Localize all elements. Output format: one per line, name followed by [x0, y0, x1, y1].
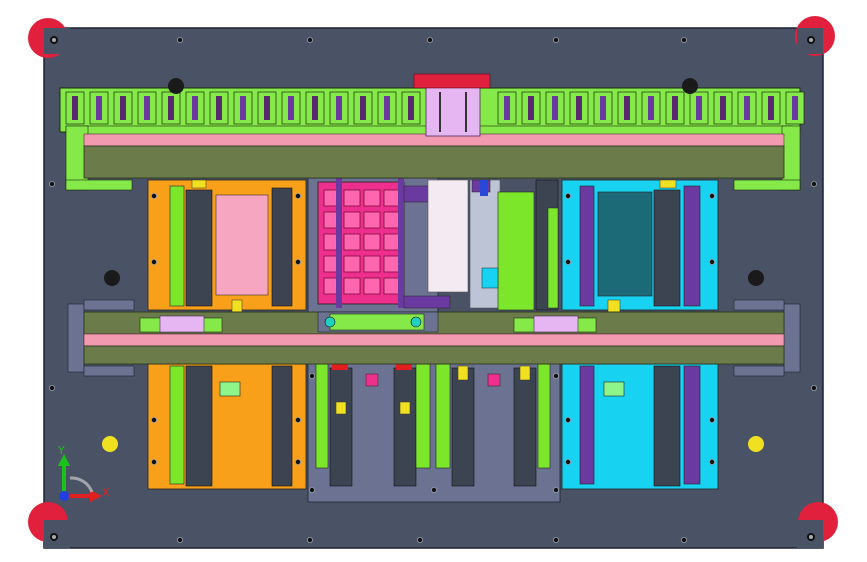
chain-link-slot: [384, 96, 390, 120]
z-axis-marker: [59, 491, 69, 501]
chain-link-slot: [696, 96, 702, 120]
center-lower-module: [307, 359, 561, 503]
chain-link-slot: [648, 96, 654, 120]
chain-link-slot: [312, 96, 318, 120]
chain-link-slot: [576, 96, 582, 120]
chain-link-slot: [336, 96, 342, 120]
chain-link-slot: [72, 96, 78, 120]
chain-link-slot: [264, 96, 270, 120]
bolt-hole: [49, 180, 56, 187]
bolt-hole: [709, 192, 716, 199]
y-axis-label: Y: [57, 444, 65, 457]
bolt-hole: [811, 384, 818, 391]
chain-link-slot: [720, 96, 726, 120]
bolt-hole: [176, 37, 183, 44]
bolt-hole: [681, 37, 688, 44]
chain-link-slot: [288, 96, 294, 120]
chain-link-slot: [360, 96, 366, 120]
chain-link-slot: [408, 96, 414, 120]
chain-link-slot: [504, 96, 510, 120]
chain-link-slot: [216, 96, 222, 120]
bolt-hole: [416, 537, 423, 544]
bolt-hole: [553, 372, 560, 379]
bolt-hole: [294, 416, 301, 423]
cad-viewport[interactable]: Y X: [0, 0, 867, 562]
bolt-hole: [565, 458, 572, 465]
chain-link-slot: [624, 96, 630, 120]
bolt-hole: [426, 37, 433, 44]
bolt-hole: [150, 192, 157, 199]
chain-link-slot: [192, 96, 198, 120]
chain-link-slot: [144, 96, 150, 120]
bolt-hole: [308, 372, 315, 379]
bolt-hole: [176, 537, 183, 544]
bolt-hole: [709, 416, 716, 423]
bolt-hole: [49, 384, 56, 391]
bolt-hole: [681, 537, 688, 544]
bolt-hole: [553, 537, 560, 544]
bolt-hole: [150, 416, 157, 423]
chain-link-slot: [600, 96, 606, 120]
bolt-hole: [294, 192, 301, 199]
bolt-hole: [811, 180, 818, 187]
chain-link-slot: [240, 96, 246, 120]
bolt-hole: [553, 37, 560, 44]
bolt-hole: [430, 486, 437, 493]
bolt-hole: [565, 192, 572, 199]
bolt-hole: [709, 458, 716, 465]
bolt-hole: [150, 458, 157, 465]
bolt-hole: [294, 458, 301, 465]
carriage-top: [425, 85, 481, 137]
chain-link-slot: [672, 96, 678, 120]
chain-link-slot: [552, 96, 558, 120]
bolt-hole: [306, 537, 313, 544]
chain-link-slot: [744, 96, 750, 120]
assembly-top-view: Y X: [28, 16, 838, 549]
chain-link-slot: [120, 96, 126, 120]
bolt-hole: [308, 486, 315, 493]
bolt-hole: [306, 37, 313, 44]
chain-link-slot: [792, 96, 798, 120]
right-teal-panel: [597, 191, 653, 297]
x-axis-label: X: [102, 486, 110, 499]
chain-link-slot: [168, 96, 174, 120]
chain-link-slot: [96, 96, 102, 120]
bolt-hole: [565, 258, 572, 265]
bolt-hole: [553, 486, 560, 493]
bolt-hole: [294, 258, 301, 265]
bolt-hole: [150, 258, 157, 265]
chain-link-slot: [768, 96, 774, 120]
bolt-hole: [565, 416, 572, 423]
bolt-hole: [709, 258, 716, 265]
left-pink-panel: [215, 194, 269, 296]
chain-link-slot: [528, 96, 534, 120]
